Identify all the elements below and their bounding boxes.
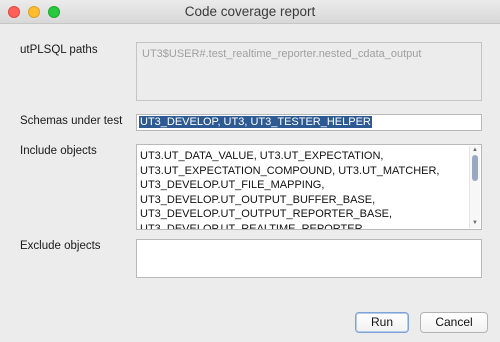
schemas-value: UT3_DEVELOP, UT3, UT3_TESTER_HELPER (139, 116, 372, 128)
cancel-button[interactable]: Cancel (420, 312, 488, 333)
code-coverage-dialog: Code coverage report utPLSQL paths UT3$U… (0, 0, 500, 342)
window-title: Code coverage report (184, 4, 316, 19)
include-line: UT3_DEVELOP.UT_OUTPUT_BUFFER_BASE, (140, 193, 376, 206)
run-button[interactable]: Run (355, 312, 409, 333)
include-scrollbar[interactable]: ▲ ▼ (469, 146, 480, 228)
include-line: UT3_DEVELOP.UT_REALTIME_REPORTER, (140, 222, 366, 230)
title-bar: Code coverage report (0, 0, 500, 24)
scroll-up-arrow-icon[interactable]: ▲ (471, 147, 479, 154)
paths-value: UT3$USER#.test_realtime_reporter.nested_… (142, 48, 422, 60)
include-line: UT3_DEVELOP.UT_FILE_MAPPING, (140, 179, 325, 191)
scroll-down-arrow-icon[interactable]: ▼ (471, 220, 479, 227)
schemas-input[interactable]: UT3_DEVELOP, UT3, UT3_TESTER_HELPER (136, 114, 482, 131)
include-line: UT3.UT_EXPECTATION_COMPOUND, UT3.UT_MATC… (140, 164, 440, 177)
scroll-thumb[interactable] (472, 155, 478, 181)
paths-label: utPLSQL paths (20, 44, 98, 56)
paths-textarea[interactable]: UT3$USER#.test_realtime_reporter.nested_… (136, 42, 482, 101)
include-line: UT3.UT_DATA_VALUE, UT3.UT_EXPECTATION, (140, 150, 384, 162)
exclude-label: Exclude objects (20, 240, 101, 252)
exclude-textarea[interactable] (136, 239, 482, 278)
schemas-label: Schemas under test (20, 115, 123, 127)
include-line: UT3_DEVELOP.UT_OUTPUT_REPORTER_BASE, (140, 208, 393, 220)
include-textarea[interactable]: UT3.UT_DATA_VALUE, UT3.UT_EXPECTATION, U… (136, 144, 482, 230)
include-label: Include objects (20, 145, 97, 157)
